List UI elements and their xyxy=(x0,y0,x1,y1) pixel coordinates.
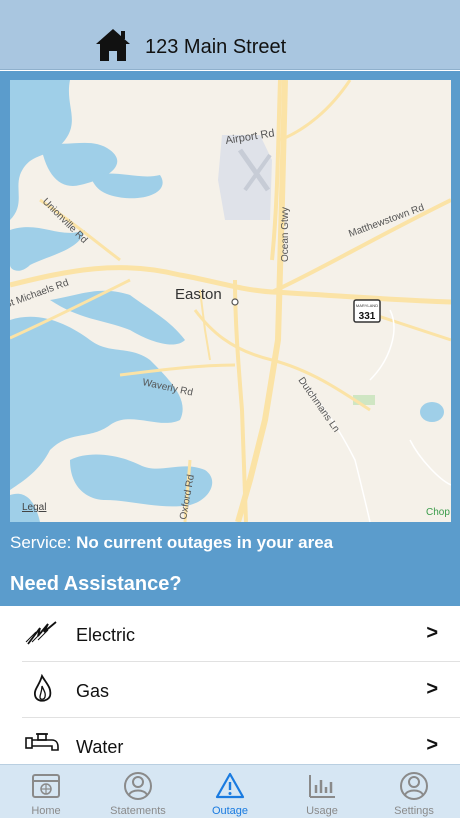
app-header: 123 Main Street xyxy=(0,0,460,70)
tab-home[interactable]: Home xyxy=(0,765,92,818)
map-label-ocean-gtwy: Ocean Gtwy xyxy=(280,207,291,262)
water-label: Water xyxy=(76,737,124,757)
service-label: Service: xyxy=(10,533,72,552)
gas-label: Gas xyxy=(76,681,110,701)
list-item-gas[interactable]: Gas > xyxy=(22,662,460,718)
tab-label-usage: Usage xyxy=(306,805,338,817)
tab-statements[interactable]: Statements xyxy=(92,765,184,818)
chevron-right-icon: > xyxy=(426,622,438,644)
chevron-right-icon: > xyxy=(426,678,438,700)
airport-area xyxy=(218,135,272,220)
route-number-label: 331 xyxy=(359,311,376,322)
route-shield: MARYLAND 331 xyxy=(353,299,381,323)
lightning-icon xyxy=(25,621,57,645)
warning-triangle-icon xyxy=(215,772,245,799)
tab-label-home: Home xyxy=(31,805,61,817)
person-circle-icon xyxy=(400,772,428,800)
assistance-heading: Need Assistance? xyxy=(10,573,182,595)
tab-outage[interactable]: Outage xyxy=(184,765,276,818)
home-icon xyxy=(96,29,130,61)
service-status: Service: No current outages in your area xyxy=(10,533,333,553)
faucet-icon xyxy=(25,733,59,751)
map-legal-link[interactable]: Legal xyxy=(22,502,46,513)
tab-label-settings: Settings xyxy=(394,805,434,817)
flame-icon xyxy=(33,674,52,702)
tab-usage[interactable]: Usage xyxy=(276,765,368,818)
bar-chart-icon xyxy=(309,775,335,798)
outage-map[interactable]: Airport Rd Matthewstown Rd Unionville Rd… xyxy=(10,80,451,522)
service-value: No current outages in your area xyxy=(76,533,334,552)
map-label-town: Easton xyxy=(175,286,222,303)
map-label-chop: Chop xyxy=(426,507,450,518)
assistance-list: Electric > Gas > Water > xyxy=(0,606,460,774)
chevron-right-icon: > xyxy=(426,734,438,756)
tab-label-statements: Statements xyxy=(110,805,166,817)
person-circle-icon xyxy=(124,772,152,800)
browser-window-icon xyxy=(32,774,60,798)
tab-label-outage: Outage xyxy=(211,805,249,817)
town-marker xyxy=(231,298,239,306)
route-state-label: MARYLAND xyxy=(356,303,378,308)
address-title: 123 Main Street xyxy=(145,36,287,58)
list-item-electric[interactable]: Electric > xyxy=(22,606,460,662)
electric-label: Electric xyxy=(76,625,136,645)
tab-settings[interactable]: Settings xyxy=(368,765,460,818)
tab-bar: Home Statements Outage Usage Settings xyxy=(0,764,460,818)
